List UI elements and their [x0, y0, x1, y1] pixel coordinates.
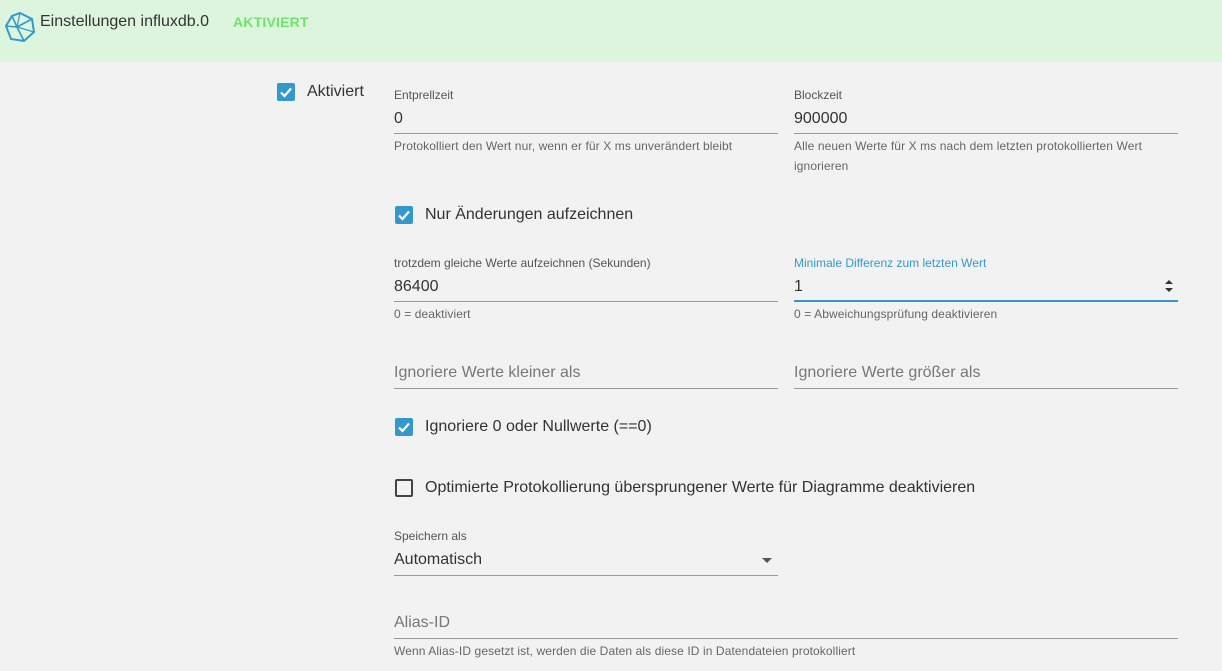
debounce-underline: [394, 133, 778, 134]
ignore-below-input[interactable]: Ignoriere Werte kleiner als: [394, 364, 580, 382]
disable-optimization-label: Optimierte Protokollierung übersprungene…: [425, 479, 976, 496]
store-as-label: Speichern als: [394, 529, 467, 543]
ignore-zero-checkbox[interactable]: [395, 418, 413, 436]
page-title: Einstellungen influxdb.0: [40, 13, 210, 30]
blocktime-input[interactable]: 900000: [794, 110, 847, 128]
min-difference-label: Minimale Differenz zum letzten Wert: [794, 256, 987, 270]
changes-relog-underline: [394, 301, 778, 302]
min-difference-input[interactable]: 1: [794, 278, 803, 296]
ignore-zero-label: Ignoriere 0 oder Nullwerte (==0): [425, 418, 652, 435]
influxdb-logo-icon: [4, 11, 36, 43]
debounce-label: Entprellzeit: [394, 88, 454, 102]
store-as-select[interactable]: Speichern als Automatisch: [394, 527, 778, 577]
number-stepper-icon[interactable]: [1164, 278, 1174, 294]
status-badge: AKTIVIERT: [233, 14, 309, 30]
changes-only-checkbox[interactable]: [395, 206, 413, 224]
blocktime-field[interactable]: Blockzeit 900000 Alle neuen Werte für X …: [794, 86, 1178, 176]
changes-only-label: Nur Änderungen aufzeichnen: [425, 206, 634, 223]
ignore-below-underline: [394, 388, 778, 389]
blocktime-underline: [794, 133, 1178, 134]
ignore-below-field[interactable]: Ignoriere Werte kleiner als: [394, 362, 778, 392]
header-bar: Einstellungen influxdb.0 AKTIVIERT: [0, 0, 1222, 62]
alias-input[interactable]: Alias-ID: [394, 614, 450, 632]
disable-optimization-checkbox[interactable]: [395, 479, 413, 497]
changes-relog-helper: 0 = deaktiviert: [394, 307, 471, 321]
min-difference-field[interactable]: Minimale Differenz zum letzten Wert 1 0 …: [794, 254, 1178, 324]
debounce-input[interactable]: 0: [394, 110, 403, 128]
store-as-underline: [394, 575, 778, 576]
blocktime-helper: Alle neuen Werte für X ms nach dem letzt…: [794, 139, 1143, 173]
enabled-checkbox[interactable]: [277, 83, 295, 101]
debounce-field[interactable]: Entprellzeit 0 Protokolliert den Wert nu…: [394, 86, 778, 156]
checkmark-icon: [398, 422, 410, 433]
dropdown-arrow-icon[interactable]: [762, 558, 772, 563]
alias-helper: Wenn Alias-ID gesetzt ist, werden die Da…: [394, 644, 856, 658]
min-difference-helper: 0 = Abweichungsprüfung deaktivieren: [794, 307, 998, 321]
changes-relog-label: trotzdem gleiche Werte aufzeichnen (Seku…: [394, 256, 651, 270]
min-difference-underline: [794, 300, 1178, 302]
enabled-label: Aktiviert: [307, 83, 364, 100]
ignore-above-field[interactable]: Ignoriere Werte größer als: [794, 362, 1178, 392]
alias-underline: [394, 638, 1178, 639]
changes-relog-field[interactable]: trotzdem gleiche Werte aufzeichnen (Seku…: [394, 254, 778, 324]
alias-field[interactable]: Alias-ID Wenn Alias-ID gesetzt ist, werd…: [394, 612, 1178, 664]
ignore-above-underline: [794, 388, 1178, 389]
ignore-above-input[interactable]: Ignoriere Werte größer als: [794, 364, 980, 382]
store-as-value[interactable]: Automatisch: [394, 551, 482, 569]
checkmark-icon: [280, 87, 292, 98]
checkmark-icon: [398, 210, 410, 221]
changes-relog-input[interactable]: 86400: [394, 278, 439, 296]
blocktime-label: Blockzeit: [794, 88, 843, 102]
debounce-helper: Protokolliert den Wert nur, wenn er für …: [394, 139, 733, 153]
